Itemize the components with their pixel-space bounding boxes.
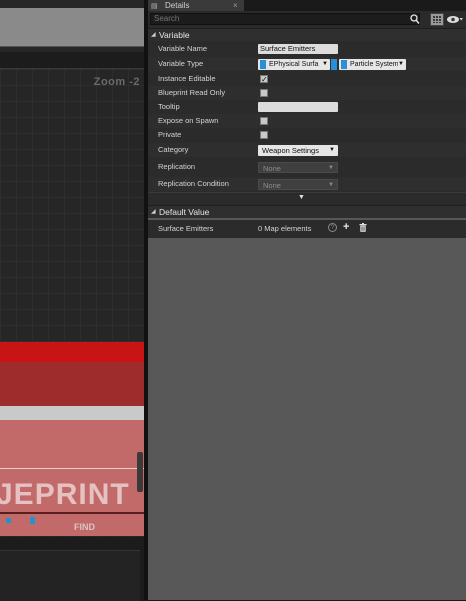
property-row-blueprint-read-only: Blueprint Read Only — [148, 86, 466, 100]
category-dropdown[interactable]: Weapon Settings ▼ — [258, 145, 338, 156]
tab-details[interactable]: ▤ Details × — [148, 0, 244, 11]
collapse-arrow-icon: ◢ — [151, 32, 156, 38]
variable-name-field[interactable]: Surface Emitters — [258, 44, 338, 54]
graph-red-panel — [0, 362, 144, 406]
view-options-eye-icon[interactable] — [446, 13, 464, 26]
private-checkbox[interactable] — [260, 131, 268, 139]
graph-wire — [0, 512, 144, 514]
find-label: FIND — [74, 522, 95, 532]
property-row-expose-on-spawn: Expose on Spawn — [148, 114, 466, 128]
property-row-category: Category Weapon Settings ▼ — [148, 143, 466, 157]
property-row-tooltip: Tooltip — [148, 100, 466, 114]
property-label: Variable Name — [158, 44, 208, 53]
blueprint-watermark: JEPRINT — [0, 478, 130, 511]
map-elements-count: 0 Map elements — [258, 224, 312, 233]
close-icon[interactable]: × — [233, 0, 238, 11]
chevron-down-icon: ▼ — [398, 61, 404, 67]
property-row-private: Private — [148, 128, 466, 142]
add-element-icon[interactable]: + — [343, 221, 349, 234]
tooltip-field[interactable] — [258, 102, 338, 112]
value-type-label: Particle System — [350, 61, 398, 68]
replication-value: None — [263, 164, 281, 173]
graph-toolbar-panel — [0, 8, 144, 47]
value-type-pill-icon — [341, 60, 347, 69]
section-title: Variable — [159, 30, 190, 40]
trash-icon[interactable] — [359, 223, 367, 232]
property-label: Instance Editable — [158, 74, 216, 83]
key-type-pill-icon — [260, 60, 266, 69]
property-label: Category — [158, 145, 189, 154]
graph-grey-stripe — [0, 406, 144, 420]
replication-condition-dropdown[interactable]: None ▼ — [258, 179, 338, 190]
tab-details-label: Details — [165, 1, 190, 10]
bottom-panel — [0, 550, 140, 601]
key-type-label: EPhysical Surfa — [269, 61, 319, 68]
zoom-label: Zoom -2 — [93, 76, 140, 88]
map-container-icon[interactable] — [331, 59, 337, 70]
chevron-down-icon: ▼ — [329, 147, 335, 153]
expose-on-spawn-checkbox[interactable] — [260, 117, 268, 125]
property-row-replication-condition: Replication Condition None ▼ — [148, 177, 466, 191]
property-label: Expose on Spawn — [158, 116, 219, 125]
category-value: Weapon Settings — [262, 146, 319, 155]
property-row-instance-editable: Instance Editable ✓ — [148, 72, 466, 86]
property-label: Tooltip — [158, 102, 180, 111]
property-label: Private — [158, 130, 182, 139]
map-key-type-dropdown[interactable]: EPhysical Surfa ▼ — [258, 59, 330, 70]
property-matrix-button[interactable] — [430, 13, 444, 26]
property-label: Blueprint Read Only — [158, 88, 226, 97]
details-tab-bar: ▤ Details × — [148, 0, 466, 11]
advanced-expander[interactable]: ▼ — [148, 192, 466, 205]
property-row-replication: Replication None ▼ — [148, 160, 466, 174]
property-label: Replication — [158, 162, 196, 171]
graph-pin[interactable] — [30, 517, 35, 524]
map-value-type-dropdown[interactable]: Particle System ▼ — [339, 59, 406, 70]
property-row-variable-name: Variable Name Surface Emitters — [148, 42, 466, 56]
graph-red-band — [0, 342, 144, 362]
chevron-down-icon: ▼ — [328, 165, 334, 171]
collapse-arrow-icon: ◢ — [151, 209, 156, 215]
graph-pin[interactable] — [6, 518, 11, 523]
details-panel: ▤ Details × ◢ Variable Variable Name Sur… — [148, 0, 466, 600]
chevron-down-icon: ▼ — [322, 61, 328, 67]
graph-divider-line — [0, 468, 144, 469]
chevron-down-icon: ▼ — [328, 182, 334, 188]
instance-editable-checkbox[interactable]: ✓ — [260, 75, 268, 84]
graph-region: Zoom -2 JEPRINT FIND — [0, 0, 146, 601]
variable-properties: Variable Name Surface Emitters Variable … — [148, 41, 466, 192]
section-title: Default Value — [159, 207, 210, 217]
default-value-row: Surface Emitters 0 Map elements ? + — [148, 220, 466, 238]
search-icon[interactable] — [410, 13, 420, 25]
expand-advanced-icon: ▼ — [298, 194, 305, 201]
section-variable-header[interactable]: ◢ Variable — [148, 28, 466, 41]
property-label: Replication Condition — [158, 179, 229, 188]
graph-scroll-knob[interactable] — [137, 452, 143, 492]
property-row-variable-type: Variable Type EPhysical Surfa ▼ Particle… — [148, 57, 466, 71]
replication-condition-value: None — [263, 181, 281, 190]
replication-dropdown[interactable]: None ▼ — [258, 162, 338, 173]
section-default-value-header[interactable]: ◢ Default Value — [148, 205, 466, 218]
property-label: Variable Type — [158, 59, 204, 68]
property-label: Surface Emitters — [158, 224, 214, 233]
help-icon[interactable]: ? — [328, 223, 337, 232]
blueprint-read-only-checkbox[interactable] — [260, 89, 268, 97]
search-row — [148, 11, 466, 28]
graph-toolbar-area — [0, 0, 146, 52]
search-input[interactable] — [150, 13, 420, 25]
